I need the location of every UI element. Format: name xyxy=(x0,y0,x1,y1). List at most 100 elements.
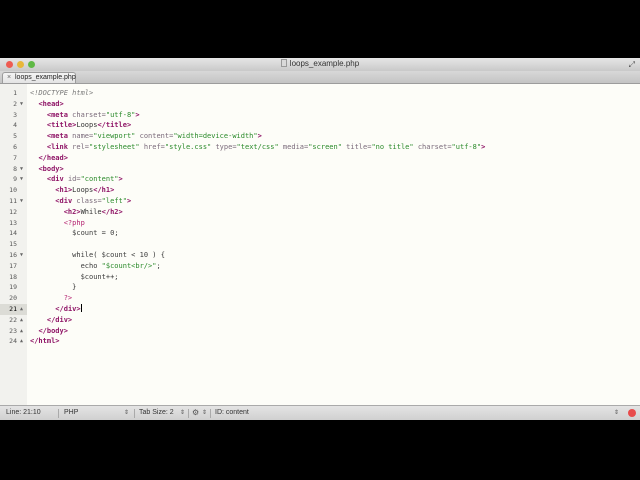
gear-icon[interactable]: ⚙ xyxy=(192,406,199,420)
line-number: 8 xyxy=(13,164,17,173)
error-indicator-icon[interactable] xyxy=(628,409,636,417)
code-line[interactable]: 10 <h1>Loops</h1> xyxy=(0,185,640,196)
fold-toggle-icon[interactable]: ▼ xyxy=(18,164,25,175)
code-line[interactable]: 13 <?php xyxy=(0,218,640,229)
line-number: 14 xyxy=(9,229,17,238)
tab-size-selector[interactable]: Tab Size: 2 xyxy=(139,406,174,420)
line-number: 4 xyxy=(13,121,17,130)
title-bar[interactable]: loops_example.php ⤢ xyxy=(0,58,640,72)
line-number: 13 xyxy=(9,218,17,227)
line-number: 12 xyxy=(9,207,17,216)
code-line[interactable]: 3 <meta charset="utf-8"> xyxy=(0,110,640,121)
code-text: </div> xyxy=(55,304,82,313)
line-number: 2 xyxy=(13,99,17,108)
code-line[interactable]: 8 ▼ <body> xyxy=(0,164,640,175)
code-text: </div> xyxy=(46,315,73,324)
line-number: 11 xyxy=(9,197,17,205)
line-number: 5 xyxy=(13,132,17,141)
code-line[interactable]: 1 <!DOCTYPE html> xyxy=(0,88,640,99)
code-line[interactable]: 9 ▼ <div id="content"> xyxy=(0,174,640,185)
gear-chevron-icon[interactable]: ⇕ xyxy=(202,406,207,420)
line-number: 16 xyxy=(9,251,17,259)
code-text: $count = 0; xyxy=(72,229,119,238)
code-line[interactable]: 17 echo "$count<br/>"; xyxy=(0,261,640,272)
code-line[interactable]: 6 <link rel="stylesheet" href="style.css… xyxy=(0,142,640,153)
fold-toggle-icon[interactable]: ▲ xyxy=(18,315,25,326)
line-number: 20 xyxy=(9,294,17,303)
code-line[interactable]: 12 <h2>While</h2> xyxy=(0,207,640,218)
fold-toggle-icon[interactable]: ▲ xyxy=(18,326,25,337)
code-text: <meta name="viewport" content="width=dev… xyxy=(46,132,262,141)
syntax-chevron-icon[interactable]: ⇕ xyxy=(124,406,129,420)
code-text: </html> xyxy=(30,337,60,346)
code-text: <?php xyxy=(63,218,85,227)
code-line[interactable]: 18 $count++; xyxy=(0,272,640,283)
code-line[interactable]: 24 ▲ </html> xyxy=(0,336,640,347)
code-line[interactable]: 20 ?> xyxy=(0,293,640,304)
fold-toggle-icon[interactable]: ▼ xyxy=(18,99,25,110)
code-text: <meta charset="utf-8"> xyxy=(46,110,140,119)
code-line[interactable]: 16 ▼ while( $count < 10 ) { xyxy=(0,250,640,261)
tab-loops-example[interactable]: × loops_example.php xyxy=(2,72,76,83)
code-text: <link rel="stylesheet" href="style.css" … xyxy=(46,143,486,151)
syntax-selector[interactable]: PHP xyxy=(64,406,78,420)
status-bar: Line: 21:10 PHP ⇕ Tab Size: 2 ⇕ ⚙ ⇕ ID: … xyxy=(0,405,640,420)
line-number: 21 xyxy=(9,305,17,313)
document-icon xyxy=(280,59,287,67)
code-text: <h1>Loops</h1> xyxy=(55,186,115,195)
line-number: 19 xyxy=(9,283,17,292)
line-number: 1 xyxy=(13,89,17,97)
line-number: 24 xyxy=(9,337,17,346)
code-text: echo "$count<br/>"; xyxy=(80,261,161,270)
code-line[interactable]: 23 ▲ </body> xyxy=(0,326,640,337)
symbol-chevron-icon[interactable]: ⇕ xyxy=(614,406,619,420)
code-text: <!DOCTYPE html> xyxy=(30,89,94,97)
code-text: while( $count < 10 ) { xyxy=(72,251,165,259)
line-number: 6 xyxy=(13,143,17,151)
code-text: ?> xyxy=(63,294,73,303)
editor-window: loops_example.php ⤢ × loops_example.php … xyxy=(0,58,640,420)
line-number: 3 xyxy=(13,110,17,119)
code-text: } xyxy=(30,283,77,292)
fold-toggle-icon[interactable]: ▲ xyxy=(18,336,25,347)
line-number: 22 xyxy=(9,315,17,324)
code-text: <h2>While</h2> xyxy=(63,207,123,216)
code-text: <head> xyxy=(38,99,64,108)
code-line[interactable]: 4 <title>Loops</title> xyxy=(0,120,640,131)
tab-bar: × loops_example.php xyxy=(0,71,640,84)
code-line[interactable]: 2 ▼ <head> xyxy=(0,99,640,110)
code-line[interactable]: 15 xyxy=(0,239,640,250)
line-number: 10 xyxy=(9,186,17,195)
code-text: </body> xyxy=(38,326,68,335)
fold-toggle-icon[interactable]: ▼ xyxy=(18,174,25,185)
code-line[interactable]: 22 ▲ </div> xyxy=(0,315,640,326)
fold-toggle-icon[interactable]: ▼ xyxy=(18,250,25,261)
tab-size-chevron-icon[interactable]: ⇕ xyxy=(180,406,185,420)
line-number: 9 xyxy=(13,175,17,184)
code-text: <div class="left"> xyxy=(55,197,132,205)
code-text: <title>Loops</title> xyxy=(46,121,132,130)
window-title-text: loops_example.php xyxy=(289,59,360,68)
code-line[interactable]: 14 $count = 0; xyxy=(0,228,640,239)
line-number: 18 xyxy=(9,272,17,281)
code-text: $count++; xyxy=(80,272,119,281)
tab-close-icon[interactable]: × xyxy=(7,73,11,83)
fold-toggle-icon[interactable]: ▲ xyxy=(18,304,25,315)
code-line[interactable]: 19 } xyxy=(0,282,640,293)
window-title: loops_example.php xyxy=(0,59,640,68)
cursor-position: Line: 21:10 xyxy=(6,409,41,416)
fold-toggle-icon[interactable]: ▼ xyxy=(18,196,25,207)
fullscreen-icon[interactable]: ⤢ xyxy=(629,60,635,70)
tab-label: loops_example.php xyxy=(15,74,76,81)
code-line[interactable]: 5 <meta name="viewport" content="width=d… xyxy=(0,131,640,142)
line-number: 15 xyxy=(9,240,17,249)
line-number: 17 xyxy=(9,261,17,270)
code-text: <body> xyxy=(38,164,64,173)
code-line[interactable]: 11 ▼ <div class="left"> xyxy=(0,196,640,207)
line-number: 7 xyxy=(13,153,17,162)
code-editor[interactable]: 1 <!DOCTYPE html> 2 ▼ <head> 3 <meta charset… xyxy=(0,84,640,405)
code-line[interactable]: 21 ▲ </div> xyxy=(0,304,640,315)
code-line[interactable]: 7 </head> xyxy=(0,153,640,164)
line-number: 23 xyxy=(9,326,17,335)
symbol-selector[interactable]: ID: content xyxy=(215,406,249,420)
